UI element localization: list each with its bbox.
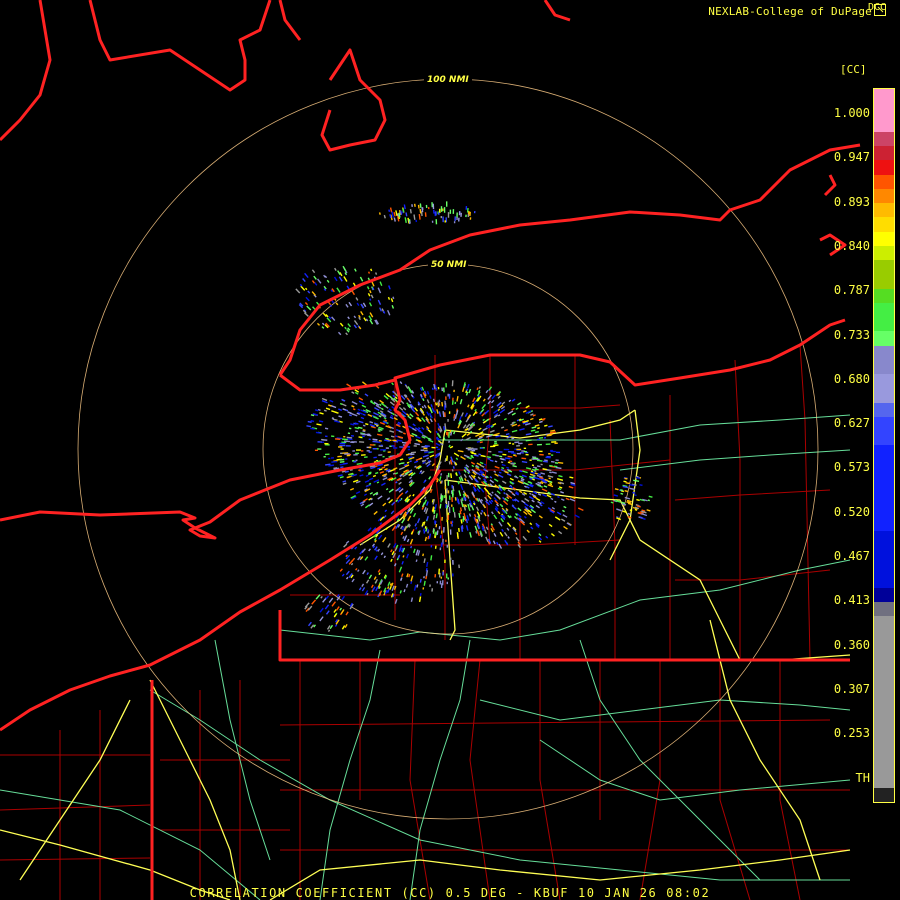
scale-band	[874, 331, 894, 346]
scale-tick-label: 0.573	[833, 460, 870, 475]
color-scale: [CC] 1.000 0.947 0.893 0.840 0.787 0.733 0.680…	[820, 50, 900, 810]
scale-band	[874, 288, 894, 303]
scale-tick-label: 0.627	[833, 416, 870, 431]
ring-label-50: 50 NMI	[431, 260, 467, 270]
scale-band	[874, 89, 894, 132]
scale-band	[874, 260, 894, 289]
scale-tick-label: 0.733	[833, 327, 870, 342]
scale-tick-label: 0.360	[833, 637, 870, 652]
scale-tick-label: 0.467	[833, 549, 870, 563]
scale-band	[874, 217, 894, 232]
scale-band	[874, 245, 894, 261]
scale-band	[874, 146, 894, 161]
scale-band	[874, 530, 894, 588]
scale-product-label: DCC	[868, 2, 887, 13]
scale-band	[874, 616, 894, 788]
credit-label[interactable]: NEXLAB-College of DuPage	[708, 4, 886, 18]
scale-band	[874, 188, 894, 204]
ring-label-100: 100 NMI	[427, 75, 469, 85]
scale-band	[874, 587, 894, 603]
scale-band	[874, 602, 894, 617]
scale-tick-label: TH	[855, 770, 870, 785]
scale-band	[874, 787, 894, 802]
scale-tick-label: 0.307	[833, 681, 870, 696]
scale-band	[874, 402, 894, 417]
scale-band	[874, 445, 894, 531]
scale-tick-label: 0.840	[833, 238, 870, 253]
product-caption: CORRELATION COEFFICIENT (CC) 0.5 DEG - K…	[189, 886, 711, 900]
radar-map: 100 NMI 50 NMI	[0, 0, 900, 900]
scale-tick-label: 0.520	[833, 504, 870, 519]
scale-tick-label: 1.000	[833, 106, 870, 120]
scale-tick-label: 0.680	[833, 371, 870, 386]
credit-text: NEXLAB-College of DuPage	[708, 5, 872, 18]
scale-band	[874, 174, 894, 189]
scale-tick-label: 0.947	[833, 150, 870, 165]
scale-tick-label: 0.413	[833, 593, 870, 608]
scale-band	[874, 203, 894, 218]
scale-tick-label: 0.787	[833, 283, 870, 298]
scale-band	[874, 416, 894, 446]
scale-band	[874, 160, 894, 175]
scale-band	[874, 374, 894, 403]
scale-tick-label: 0.893	[833, 194, 870, 209]
scale-tick-label: 0.253	[833, 726, 870, 741]
scale-band	[874, 231, 894, 246]
scale-band	[874, 345, 894, 375]
scale-band	[874, 131, 894, 147]
color-scale-bar	[873, 88, 895, 803]
scale-unit-label: [CC]	[840, 63, 867, 76]
scale-band	[874, 302, 894, 332]
